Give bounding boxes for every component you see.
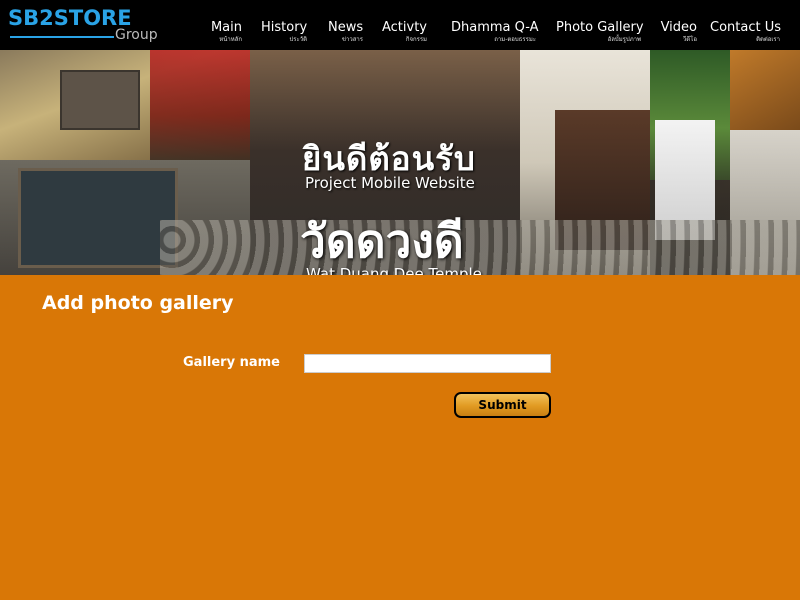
nav-item-label: Contact Us — [710, 20, 781, 35]
nav-item-label: Activty — [382, 20, 428, 35]
nav-item-sublabel: ติดต่อเรา — [756, 36, 780, 43]
nav-item-photo-gallery[interactable]: Photo Gallery อัลบั้มรูปภาพ — [556, 20, 644, 44]
nav-item-label: Video — [660, 20, 697, 35]
nav-item-sublabel: อัลบั้มรูปภาพ — [607, 36, 641, 43]
nav-item-dhamma-qa[interactable]: Dhamma Q-A ถาม-ตอบธรรมะ — [451, 20, 539, 44]
nav-item-label: News — [328, 20, 364, 35]
nav-item-sublabel: กิจกรรม — [405, 36, 427, 43]
nav-item-sublabel: ถาม-ตอบธรรมะ — [494, 36, 536, 43]
nav-item-label: Dhamma Q-A — [451, 20, 539, 35]
nav-item-sublabel: หน้าหลัก — [219, 36, 242, 43]
logo-text: SB2STORE — [8, 6, 132, 30]
nav-item-sublabel: ประวัติ — [289, 36, 307, 43]
nav-item-history[interactable]: History ประวัติ — [261, 20, 307, 44]
gallery-name-input[interactable] — [304, 354, 551, 373]
nav-item-news[interactable]: News ข่าวสาร — [328, 20, 363, 44]
banner-photo-signboard — [18, 168, 178, 268]
hero-banner: ยินดีต้อนรับ Project Mobile Website วัดด… — [0, 50, 800, 275]
banner-photo-tile — [150, 50, 250, 160]
site-logo[interactable]: SB2STORE Group — [8, 6, 168, 46]
nav-item-main[interactable]: Main หน้าหลัก — [210, 20, 242, 44]
banner-welcome-english: Project Mobile Website — [305, 174, 475, 192]
nav-item-activity[interactable]: Activty กิจกรรม — [382, 20, 427, 44]
banner-temple-name-english: Wat Duang Dee Temple — [306, 265, 482, 275]
nav-item-contact-us[interactable]: Contact Us ติดต่อเรา — [710, 20, 781, 44]
banner-photo-sign — [60, 70, 140, 130]
top-navigation-bar: SB2STORE Group Main หน้าหลัก History ประ… — [0, 0, 800, 50]
gallery-name-label: Gallery name — [183, 355, 280, 370]
nav-item-label: Photo Gallery — [556, 20, 644, 35]
nav-item-video[interactable]: Video วีดีโอ — [660, 20, 697, 44]
nav-item-sublabel: ข่าวสาร — [341, 36, 363, 43]
nav-item-label: History — [261, 20, 308, 35]
nav-item-label: Main — [210, 20, 242, 35]
submit-button[interactable]: Submit — [454, 392, 551, 418]
page-title: Add photo gallery — [42, 292, 234, 314]
logo-subtext: Group — [115, 27, 158, 43]
logo-underline — [10, 36, 114, 38]
banner-photo-tile — [730, 50, 800, 130]
nav-item-sublabel: วีดีโอ — [682, 36, 697, 43]
